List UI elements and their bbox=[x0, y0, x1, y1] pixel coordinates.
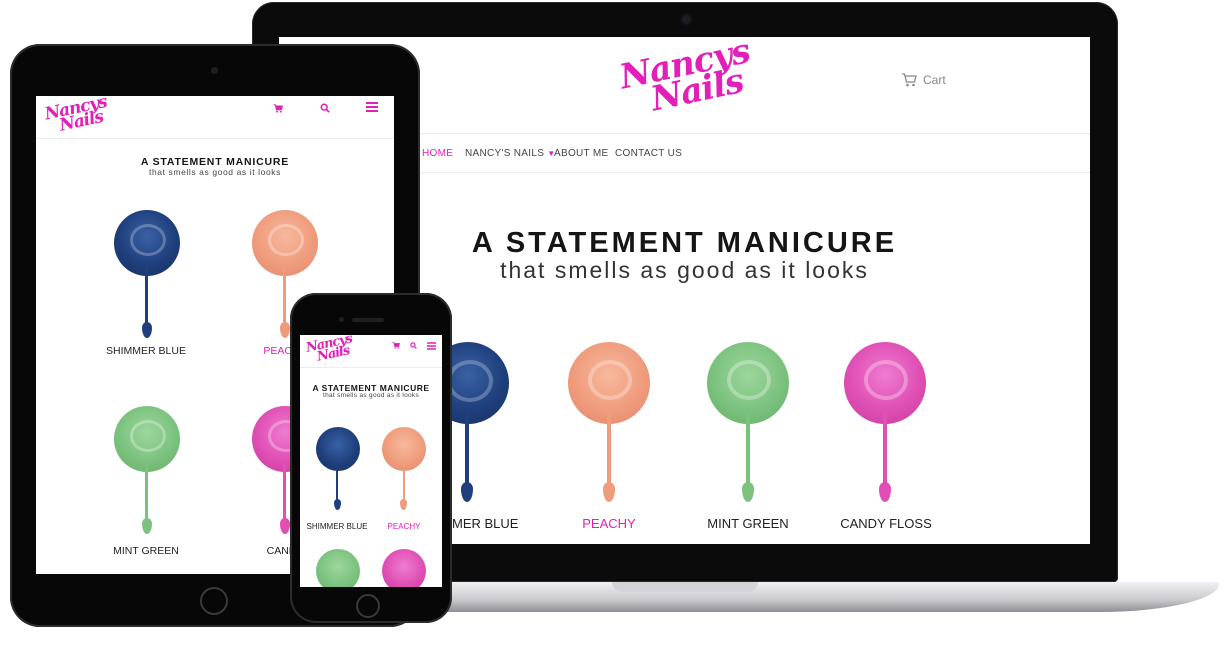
site-logo[interactable]: Nancys Nails bbox=[43, 96, 111, 136]
laptop-notch bbox=[612, 582, 758, 592]
cart-link[interactable]: Cart bbox=[901, 73, 946, 87]
nav-home[interactable]: HOME bbox=[422, 148, 453, 159]
tablet-header: Nancys Nails bbox=[36, 96, 394, 139]
cart-icon bbox=[902, 73, 917, 87]
phone-home-button[interactable] bbox=[356, 594, 380, 618]
product-label[interactable]: PEACHY bbox=[529, 516, 689, 531]
cart-icon[interactable] bbox=[392, 342, 400, 349]
product-label[interactable]: SHIMMER BLUE bbox=[302, 522, 372, 531]
phone-speaker bbox=[352, 318, 384, 322]
site-logo[interactable]: Nancys Nails bbox=[305, 335, 355, 365]
product-label[interactable]: MINT GREEN bbox=[668, 516, 828, 531]
phone-screen: Nancys Nails A STATEMENT MANICURE that s… bbox=[300, 335, 442, 587]
site-logo[interactable]: Nancys Nails bbox=[616, 37, 758, 120]
cart-label: Cart bbox=[923, 73, 946, 87]
search-icon[interactable] bbox=[410, 342, 417, 349]
phone-header: Nancys Nails bbox=[300, 335, 442, 368]
phone-camera bbox=[339, 317, 344, 322]
menu-icon[interactable] bbox=[366, 102, 378, 112]
product-label[interactable]: MINT GREEN bbox=[76, 545, 216, 557]
product-label[interactable]: PEACHY bbox=[369, 522, 439, 531]
product-label[interactable]: SHIMMER BLUE bbox=[76, 345, 216, 357]
search-icon[interactable] bbox=[320, 103, 330, 113]
nav-about-me[interactable]: ABOUT ME bbox=[554, 148, 608, 159]
cart-icon[interactable] bbox=[273, 104, 283, 113]
laptop-camera bbox=[682, 15, 691, 24]
hero-subtitle: that smells as good as it looks bbox=[322, 392, 419, 399]
product-label[interactable]: CANDY FLOSS bbox=[806, 516, 966, 531]
tablet-home-button[interactable] bbox=[200, 587, 228, 615]
hero-subtitle: that smells as good as it looks bbox=[149, 167, 281, 177]
nav-contact-us[interactable]: CONTACT US bbox=[615, 148, 682, 159]
nav-nancys-nails[interactable]: NANCY'S NAILS ▼ bbox=[465, 148, 555, 159]
tablet-camera bbox=[211, 67, 218, 74]
menu-icon[interactable] bbox=[427, 342, 436, 350]
